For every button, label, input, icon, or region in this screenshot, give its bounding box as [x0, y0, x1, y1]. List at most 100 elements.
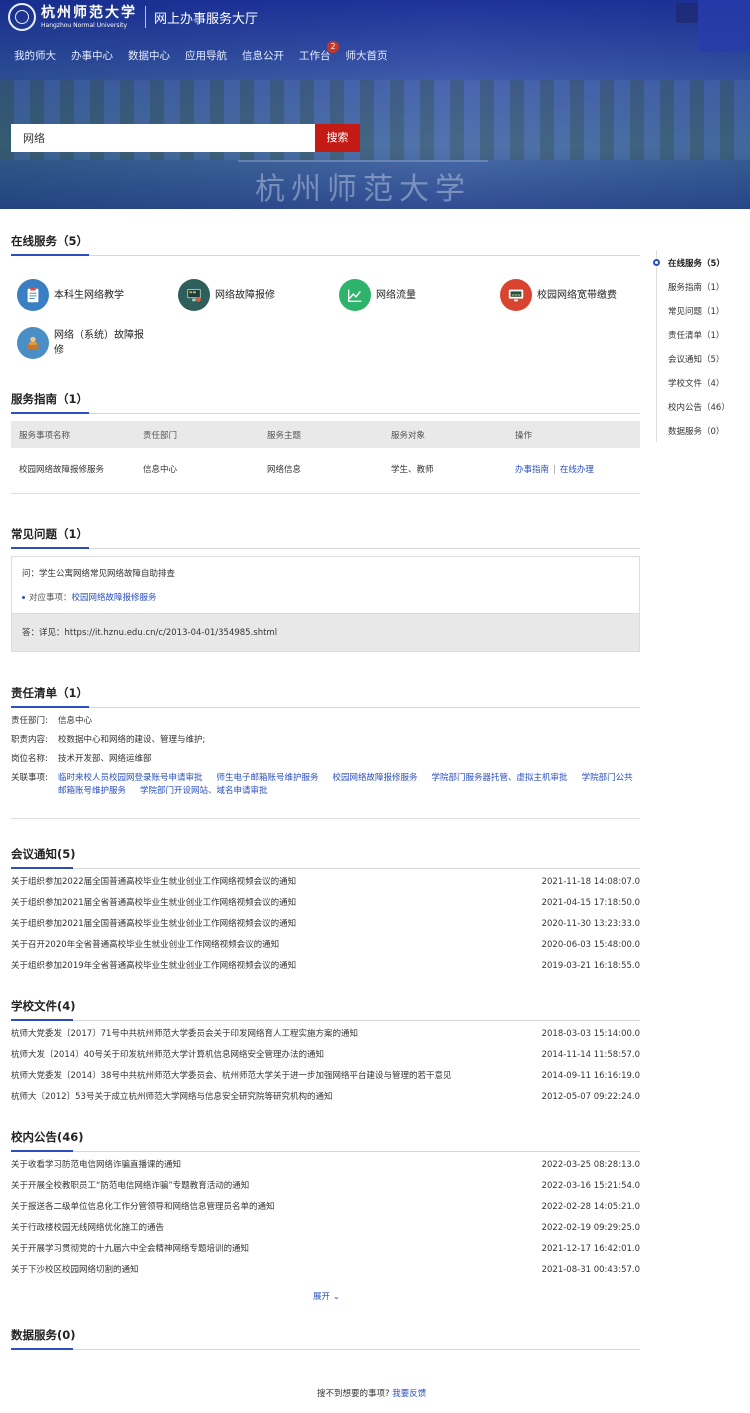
logo-english-name: Hangzhou Normal University [41, 21, 128, 29]
svg-text:www: www [512, 293, 521, 297]
item-title: 杭师大〔2012〕53号关于成立杭州师范大学网络与信息安全研究院等研究机构的通知 [11, 1092, 333, 1102]
duty-content-label: 职责内容: [11, 735, 48, 745]
list-item[interactable]: 杭师大党委发〔2017〕71号中共杭州师范大学委员会关于印发网络育人工程实施方案… [11, 1024, 640, 1045]
anchor-duty-list[interactable]: 责任清单（1） [668, 329, 724, 341]
nav-app-navigation[interactable]: 应用导航 [185, 48, 227, 63]
list-item[interactable]: 关于组织参加2021届全省普通高校毕业生就业创业工作网络视频会议的通知 2021-… [11, 893, 640, 914]
list-item[interactable]: 杭师大党委发〔2014〕38号中共杭州师范大学委员会、杭州师范大学关于进一步加强… [11, 1066, 640, 1087]
item-title: 关于报送各二级单位信息化工作分管领导和网络信息管理员名单的通知 [11, 1202, 275, 1212]
anchor-online-services[interactable]: 在线服务（5） [668, 257, 725, 269]
anchor-faq[interactable]: 常见问题（1） [668, 305, 724, 317]
expand-more-button[interactable]: 展开 ⌄ [313, 1290, 340, 1302]
campus-notices-title: 校内公告(46) [11, 1129, 640, 1152]
col-header-dept: 责任部门 [135, 421, 259, 448]
service-broadband-payment[interactable]: www 校园网络宽带缴费 [500, 279, 650, 311]
col-header-operation: 操作 [507, 421, 640, 448]
item-title: 杭师大党委发〔2014〕38号中共杭州师范大学委员会、杭州师范大学关于进一步加强… [11, 1071, 452, 1081]
duty-details: 责任部门: 信息中心 职责内容: 校数据中心和网络的建设、管理与维护; 岗位名称: 技… [11, 715, 640, 804]
faq-answer: 答：详见：https://it.hznu.edu.cn/c/2013-04-01… [12, 613, 639, 651]
active-indicator-icon [653, 259, 660, 266]
related-link[interactable]: 学院部门服务器托管、虚拟主机审批 [432, 773, 568, 783]
portal-title: 网上办事服务大厅 [154, 11, 259, 27]
line-chart-icon [339, 279, 371, 311]
nav-service-center[interactable]: 办事中心 [71, 48, 113, 63]
anchor-campus-notices[interactable]: 校内公告（46） [668, 401, 730, 413]
list-item[interactable]: 关于报送各二级单位信息化工作分管领导和网络信息管理员名单的通知 2022-02-2… [11, 1197, 640, 1218]
cell-service-name: 校园网络故障报修服务 [11, 448, 135, 494]
list-item[interactable]: 关于组织参加2021届全国普通高校毕业生就业创业工作网络视频会议的通知 2020-… [11, 914, 640, 935]
item-date: 2014-09-11 16:16:19.0 [541, 1071, 640, 1081]
faq-related: 对应事项：校园网络故障报修服务 [12, 585, 639, 613]
guide-link[interactable]: 办事指南 [515, 465, 549, 475]
service-network-traffic[interactable]: 网络流量 [339, 279, 489, 311]
university-seal-icon [8, 3, 36, 31]
list-item[interactable]: 关于组织参加2022届全国普通高校毕业生就业创业工作网络视频会议的通知 2021-… [11, 872, 640, 893]
service-undergrad-online-teaching[interactable]: 本科生网络教学 [17, 279, 167, 311]
service-network-fault-repair[interactable]: 网络故障报修 [178, 279, 328, 311]
list-item[interactable]: 杭师大发〔2014〕40号关于印发杭州师范大学计算机信息网络安全管理办法的通知 2… [11, 1045, 640, 1066]
faq-section: 常见问题（1） 问：学生公寓网络常见网络故障自助排查 对应事项：校园网络故障报修… [11, 526, 640, 652]
campus-notices-section: 校内公告(46) 关于收看学习防范电信网络诈骗直播课的通知 2022-03-25 … [11, 1129, 640, 1275]
service-label: 校园网络宽带缴费 [537, 289, 617, 301]
list-item[interactable]: 关于下沙校区校园网络切割的通知 2021-08-31 00:43:57.0 [11, 1260, 640, 1281]
anchor-school-files[interactable]: 学校文件（4） [668, 377, 724, 389]
header-corner-block [698, 0, 750, 52]
duty-dept-label: 责任部门: [11, 716, 48, 726]
anchor-data-services[interactable]: 数据服务（0） [668, 425, 724, 437]
list-item[interactable]: 关于组织参加2019年全省普通高校毕业生就业创业工作网络视频会议的通知 2019-… [11, 956, 640, 977]
faq-related-link[interactable]: 校园网络故障报修服务 [72, 593, 157, 603]
nav-my-university[interactable]: 我的师大 [14, 48, 56, 63]
section-anchor-nav: 在线服务（5） 服务指南（1） 常见问题（1） 责任清单（1） 会议通知（5） … [653, 250, 750, 442]
list-item[interactable]: 关于召开2020年全省普通高校毕业生就业创业工作网络视频会议的通知 2020-06… [11, 935, 640, 956]
list-item[interactable]: 杭师大〔2012〕53号关于成立杭州师范大学网络与信息安全研究院等研究机构的通知… [11, 1087, 640, 1108]
item-title: 关于收看学习防范电信网络诈骗直播课的通知 [11, 1160, 182, 1170]
related-link[interactable]: 学院部门开设网站、域名申请审批 [140, 786, 268, 796]
duty-list-section: 责任清单（1） 责任部门: 信息中心 职责内容: 校数据中心和网络的建设、管理与维护… [11, 685, 640, 819]
site-logo[interactable]: 杭州师范大学 Hangzhou Normal University 网上办事服务… [8, 3, 258, 31]
nav-workbench-label: 工作台 [299, 50, 331, 62]
meeting-list: 关于组织参加2022届全国普通高校毕业生就业创业工作网络视频会议的通知 2021-… [11, 872, 640, 977]
col-header-name: 服务事项名称 [11, 421, 135, 448]
related-link[interactable]: 校园网络故障报修服务 [333, 773, 418, 783]
workbench-count-badge: 2 [327, 41, 339, 53]
service-system-fault-repair[interactable]: 网络（系统）故障报修 [17, 327, 167, 359]
school-files-section: 学校文件(4) 杭师大党委发〔2017〕71号中共杭州师范大学委员会关于印发网络… [11, 998, 640, 1102]
list-item[interactable]: 关于收看学习防范电信网络诈骗直播课的通知 2022-03-25 08:28:13.… [11, 1155, 640, 1176]
list-item[interactable]: 关于开展学习贯彻党的十九届六中全会精神网络专题培训的通知 2021-12-17 1… [11, 1239, 640, 1260]
main-nav: 我的师大 办事中心 数据中心 应用导航 信息公开 工作台 2 师大首页 [14, 41, 403, 63]
apply-online-link[interactable]: 在线办理 [560, 465, 594, 475]
list-item[interactable]: 关于开展全校教职员工“防范电信网络诈骗”专题教育活动的通知 2022-03-16 … [11, 1176, 640, 1197]
item-date: 2014-11-14 11:58:57.0 [541, 1050, 640, 1060]
item-title: 关于下沙校区校园网络切割的通知 [11, 1265, 139, 1275]
item-date: 2020-06-03 15:48:00.0 [541, 940, 640, 950]
faq-card: 问：学生公寓网络常见网络故障自助排查 对应事项：校园网络故障报修服务 答：详见：… [11, 556, 640, 652]
anchor-meeting-notices[interactable]: 会议通知（5） [668, 353, 724, 365]
feedback-link[interactable]: 我要反馈 [392, 1389, 426, 1399]
duty-post: 技术开发部、网络运维部 [58, 754, 152, 764]
item-date: 2022-02-19 09:29:25.0 [541, 1223, 640, 1233]
nav-workbench[interactable]: 工作台 2 [299, 41, 339, 63]
item-title: 关于组织参加2021届全国普通高校毕业生就业创业工作网络视频会议的通知 [11, 919, 297, 929]
duty-list-title: 责任清单（1） [11, 685, 640, 708]
nav-university-home[interactable]: 师大首页 [346, 48, 388, 63]
related-link[interactable]: 临时来校人员校园网登录账号申请审批 [58, 773, 203, 783]
related-link[interactable]: 师生电子邮箱账号维护服务 [217, 773, 319, 783]
search-button[interactable]: 搜索 [315, 124, 360, 152]
online-services-section: 在线服务（5） 本科生网络教学 网络故障报修 网络流量 www 校园网络宽带缴费 [11, 233, 640, 359]
item-title: 杭师大发〔2014〕40号关于印发杭州师范大学计算机信息网络安全管理办法的通知 [11, 1050, 324, 1060]
item-date: 2021-11-18 14:08:07.0 [541, 877, 640, 887]
item-title: 关于开展学习贯彻党的十九届六中全会精神网络专题培训的通知 [11, 1244, 250, 1254]
school-files-title: 学校文件(4) [11, 998, 640, 1021]
item-date: 2021-08-31 00:43:57.0 [541, 1265, 640, 1275]
item-date: 2021-04-15 17:18:50.0 [541, 898, 640, 908]
duty-dept: 信息中心 [58, 716, 93, 726]
search-input[interactable] [11, 124, 315, 152]
nav-info-disclosure[interactable]: 信息公开 [242, 48, 284, 63]
item-date: 2022-03-16 15:21:54.0 [541, 1181, 640, 1191]
meeting-notices-title: 会议通知(5) [11, 846, 640, 869]
item-title: 关于行政楼校园无线网络优化施工的通告 [11, 1223, 165, 1233]
anchor-service-guide[interactable]: 服务指南（1） [668, 281, 724, 293]
duty-post-label: 岗位名称: [11, 754, 48, 764]
nav-data-center[interactable]: 数据中心 [128, 48, 170, 63]
list-item[interactable]: 关于行政楼校园无线网络优化施工的通告 2022-02-19 09:29:25.0 [11, 1218, 640, 1239]
